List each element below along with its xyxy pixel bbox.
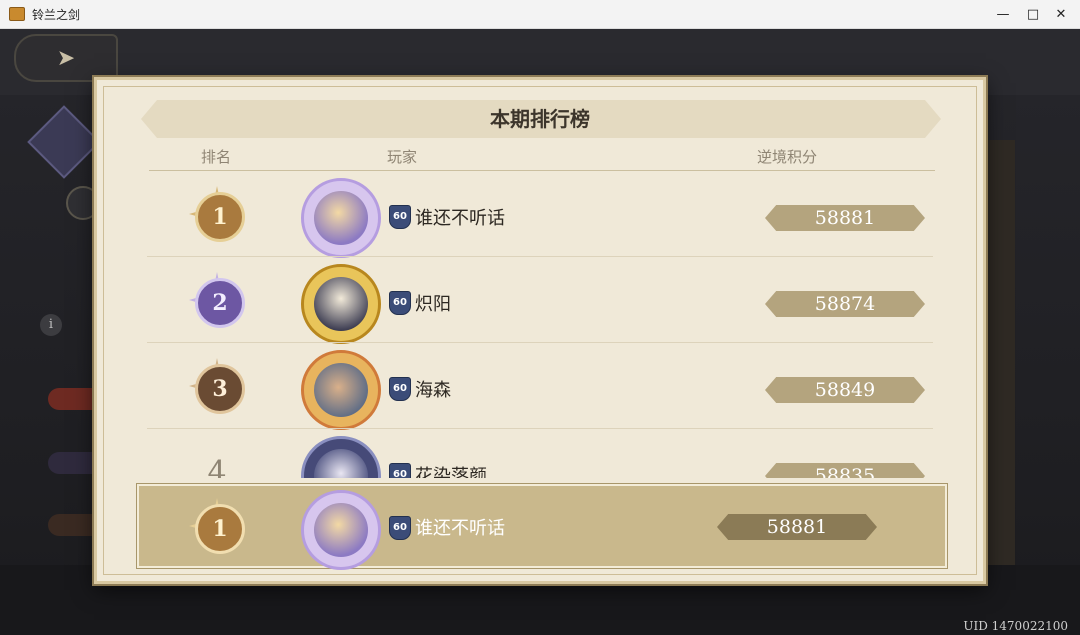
player-avatar[interactable] bbox=[301, 490, 381, 570]
level-badge: 60 bbox=[389, 291, 411, 315]
level-badge: 60 bbox=[389, 377, 411, 401]
modal-title: 本期排行榜 bbox=[490, 107, 590, 131]
rank-number: 4 bbox=[207, 454, 227, 479]
score-pill: 58849 bbox=[765, 377, 925, 403]
header-score: 逆境积分 bbox=[757, 148, 818, 166]
back-arrow-icon: ➤ bbox=[56, 45, 76, 71]
player-name: 花染落颜 bbox=[415, 466, 487, 478]
score-pill: 58881 bbox=[765, 205, 925, 231]
player-name: 炽阳 bbox=[415, 294, 451, 315]
player-name: 海森 bbox=[415, 380, 451, 401]
uid-label: UID 1470022100 bbox=[963, 619, 1068, 633]
close-icon[interactable]: ✕ bbox=[1046, 0, 1076, 28]
player-name: 谁还不听话 bbox=[415, 208, 505, 229]
player-avatar[interactable] bbox=[301, 436, 381, 478]
score-pill: 58874 bbox=[765, 291, 925, 317]
rank-medal-gold: 1 bbox=[189, 498, 245, 554]
window-title: 铃兰之剑 bbox=[32, 7, 81, 22]
rank-medal-purple: 2 bbox=[189, 272, 245, 328]
header-rank: 排名 bbox=[201, 148, 232, 166]
player-avatar[interactable] bbox=[301, 350, 381, 430]
my-rank-row[interactable]: 1 60 谁还不听话 58881 bbox=[137, 484, 947, 570]
leaderboard-row[interactable]: 2 60 炽阳 58874 bbox=[147, 258, 933, 344]
leaderboard-modal: 本期排行榜 排名 玩家 逆境积分 1 60 谁还不听话 58881 2 60 炽… bbox=[94, 77, 986, 584]
leaderboard-row[interactable]: 4 60 花染落颜 58835 bbox=[147, 430, 933, 478]
window-titlebar: 铃兰之剑 — □ ✕ bbox=[0, 0, 1080, 29]
score-pill: 58835 bbox=[765, 463, 925, 478]
header-divider bbox=[149, 170, 935, 171]
player-name: 谁还不听话 bbox=[415, 518, 505, 539]
info-icon[interactable]: i bbox=[40, 314, 62, 336]
back-button[interactable]: ➤ bbox=[14, 34, 118, 82]
player-avatar[interactable] bbox=[301, 178, 381, 258]
maximize-icon[interactable]: □ bbox=[1018, 0, 1048, 28]
level-badge: 60 bbox=[389, 516, 411, 540]
header-player: 玩家 bbox=[387, 148, 418, 166]
minimize-icon[interactable]: — bbox=[988, 0, 1018, 28]
leaderboard-list[interactable]: 1 60 谁还不听话 58881 2 60 炽阳 58874 3 60 海森 5… bbox=[97, 172, 983, 478]
rank-medal-bronze: 3 bbox=[189, 358, 245, 414]
app-icon bbox=[9, 7, 25, 21]
player-avatar[interactable] bbox=[301, 264, 381, 344]
leaderboard-row[interactable]: 3 60 海森 58849 bbox=[147, 344, 933, 430]
leaderboard-row[interactable]: 1 60 谁还不听话 58881 bbox=[147, 172, 933, 258]
rank-medal-gold: 1 bbox=[189, 186, 245, 242]
score-pill: 58881 bbox=[717, 514, 877, 540]
level-badge: 60 bbox=[389, 463, 411, 478]
level-badge: 60 bbox=[389, 205, 411, 229]
